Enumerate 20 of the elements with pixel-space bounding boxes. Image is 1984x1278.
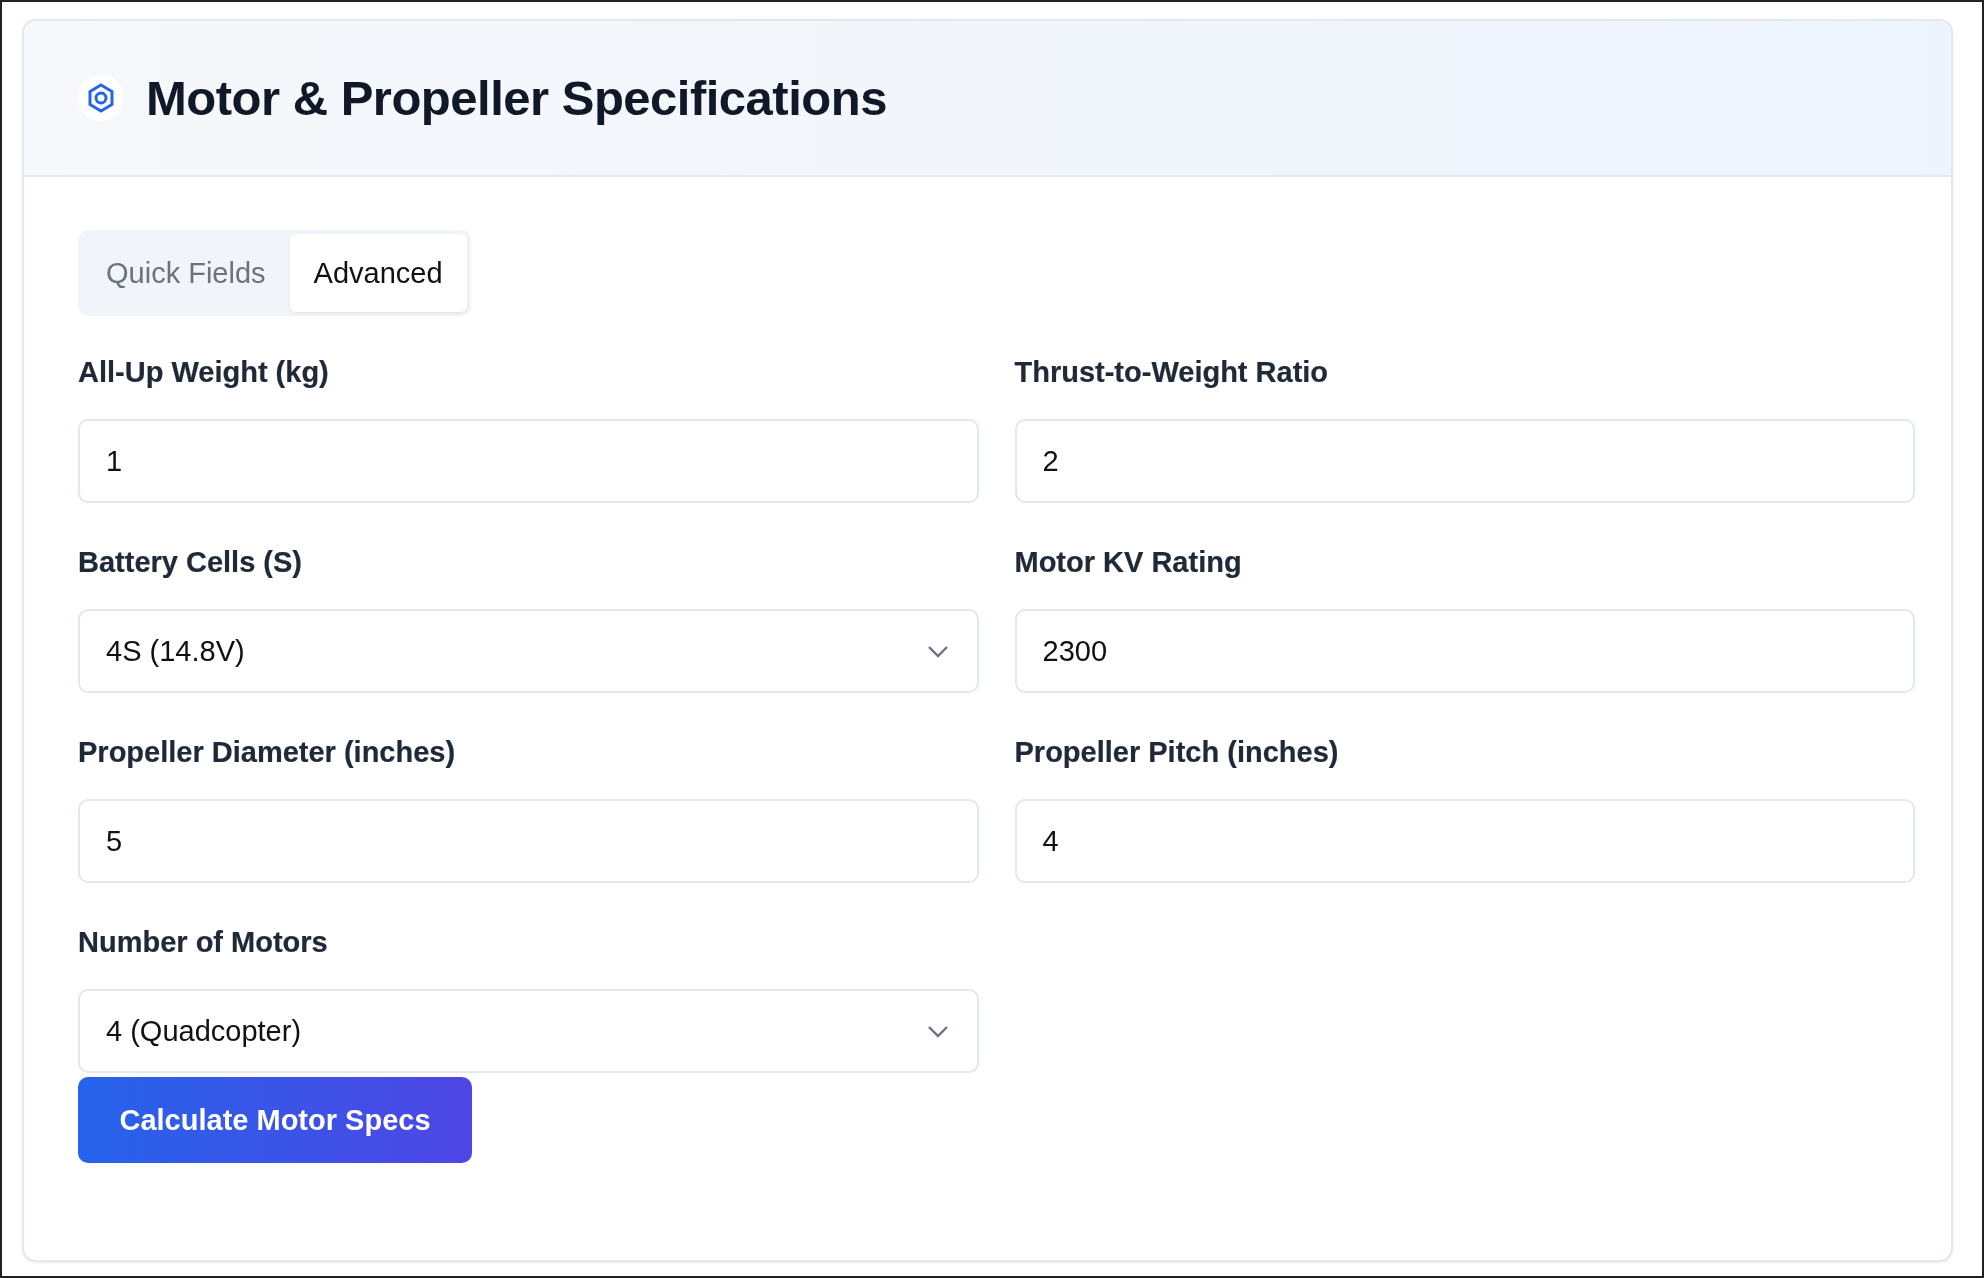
field-label: Propeller Diameter (inches) — [78, 735, 457, 770]
input-field[interactable]: 1 — [78, 419, 979, 503]
tab[interactable]: Quick Fields — [82, 234, 290, 312]
input-field[interactable]: 2 — [1014, 419, 1915, 503]
input-field[interactable]: 4 — [1014, 799, 1915, 883]
input-field[interactable]: 5 — [78, 799, 979, 883]
card-title: Motor & Propeller Specifications — [146, 70, 887, 126]
field-label: Motor KV Rating — [1014, 545, 1243, 580]
field-label: Propeller Pitch (inches) — [1014, 735, 1340, 770]
select-field[interactable]: 4 (Quadcopter) — [78, 989, 979, 1073]
tab[interactable]: Advanced — [289, 234, 467, 312]
field-label: All-Up Weight (kg) — [78, 355, 330, 390]
field-label: Thrust-to-Weight Ratio — [1014, 355, 1330, 390]
chevron-down-icon — [926, 1024, 949, 1038]
field-label: Number of Motors — [78, 925, 329, 960]
calculate-button[interactable]: Calculate Motor Specs — [78, 1077, 472, 1163]
chevron-down-icon — [926, 644, 949, 658]
select-field[interactable]: 4S (14.8V) — [78, 609, 979, 693]
field-label: Battery Cells (S) — [78, 545, 303, 580]
input-field[interactable]: 2300 — [1014, 609, 1915, 693]
